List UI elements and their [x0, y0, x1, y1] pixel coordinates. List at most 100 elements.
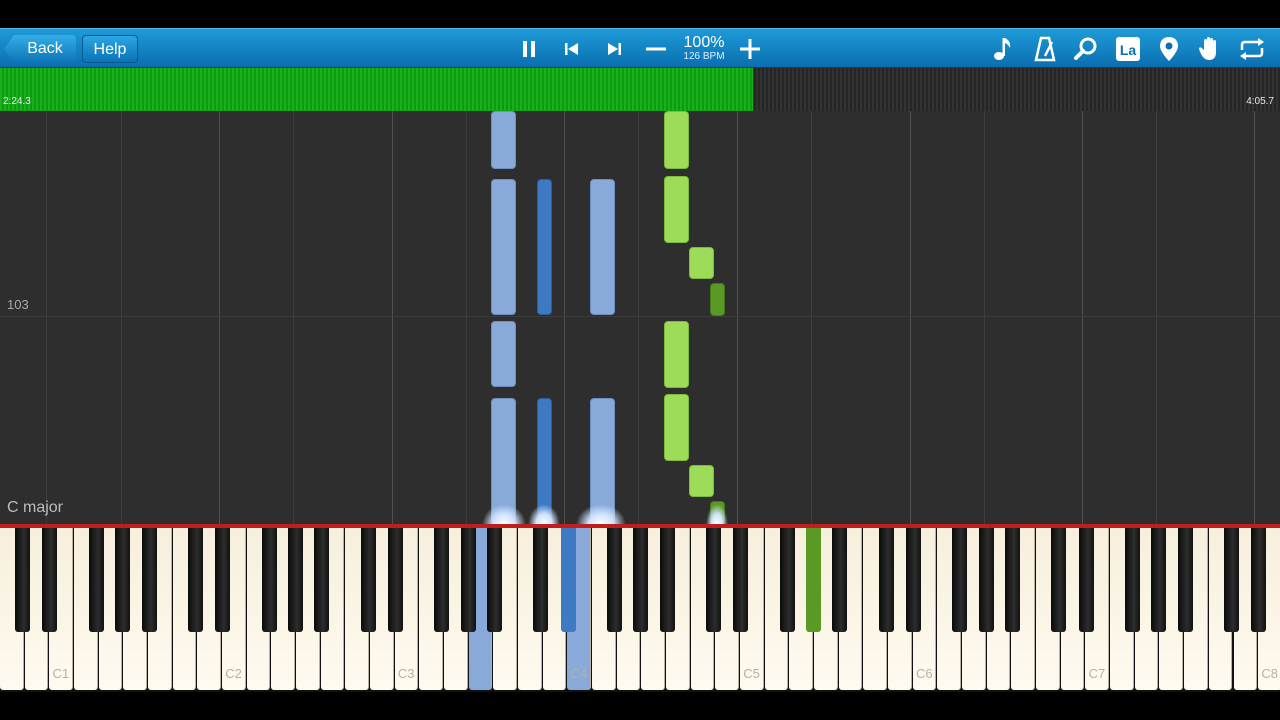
black-key[interactable]	[261, 528, 277, 632]
bottom-black-bar	[0, 692, 1280, 720]
left-hand-note-black	[537, 179, 552, 315]
magnifier-icon	[1074, 37, 1097, 60]
black-key[interactable]	[633, 528, 649, 632]
black-key[interactable]	[533, 528, 549, 632]
black-key[interactable]	[1051, 528, 1067, 632]
hand-button[interactable]	[1194, 33, 1226, 65]
skip-forward-button[interactable]	[598, 33, 630, 65]
slower-button[interactable]	[640, 33, 672, 65]
measure-line	[0, 316, 1280, 317]
left-hand-note	[491, 111, 516, 169]
pause-button[interactable]	[513, 33, 545, 65]
faster-button[interactable]	[734, 33, 766, 65]
grid-line-octave	[392, 111, 393, 524]
grid-line	[1156, 111, 1157, 524]
grid-line	[293, 111, 294, 524]
plus-icon	[740, 39, 760, 59]
right-hand-note	[664, 176, 689, 243]
key-signature: C major	[7, 499, 64, 516]
black-key[interactable]	[88, 528, 104, 632]
piano-keyboard[interactable]: C1 C2 C3 C4 C5 C6 C7 C8	[0, 524, 1280, 692]
black-key[interactable]	[314, 528, 330, 632]
black-key[interactable]	[141, 528, 157, 632]
loop-icon	[1240, 38, 1264, 60]
octave-label: C8	[1261, 666, 1278, 681]
black-key[interactable]	[706, 528, 722, 632]
black-key[interactable]	[1224, 528, 1240, 632]
key-label-button[interactable]: La	[1112, 33, 1144, 65]
black-key[interactable]	[360, 528, 376, 632]
music-note-icon	[994, 38, 1011, 60]
speed-display[interactable]: 100% 126 BPM	[676, 34, 732, 63]
elapsed-time: 2:24.3	[3, 96, 31, 107]
right-hand-note	[664, 321, 689, 388]
black-key[interactable]	[1251, 528, 1267, 632]
black-key[interactable]	[659, 528, 675, 632]
octave-label: C2	[225, 666, 242, 681]
black-key[interactable]	[878, 528, 894, 632]
metronome-button[interactable]	[1029, 33, 1061, 65]
black-key[interactable]	[187, 528, 203, 632]
black-key[interactable]	[42, 528, 58, 632]
octave-label: C3	[397, 666, 415, 681]
octave-label: C1	[52, 666, 70, 681]
black-key[interactable]	[733, 528, 749, 632]
grid-line-octave	[737, 111, 738, 524]
marker-button[interactable]	[1153, 33, 1185, 65]
black-key[interactable]	[486, 528, 502, 632]
skip-back-button[interactable]	[556, 33, 588, 65]
minus-icon	[646, 47, 666, 51]
black-key[interactable]	[606, 528, 622, 632]
black-key[interactable]	[805, 528, 821, 632]
black-key[interactable]	[460, 528, 476, 632]
music-note-button[interactable]	[987, 33, 1019, 65]
black-key[interactable]	[905, 528, 921, 632]
black-key[interactable]	[1078, 528, 1094, 632]
black-key[interactable]	[1177, 528, 1193, 632]
grid-line	[466, 111, 467, 524]
right-hand-note	[689, 465, 714, 497]
song-progress-bar[interactable]: 2:24.3 4:05.7	[0, 68, 1280, 111]
grid-line	[121, 111, 122, 524]
svg-text:La: La	[1120, 42, 1137, 58]
black-key[interactable]	[779, 528, 795, 632]
hand-icon	[1199, 37, 1216, 60]
piano-roll: 103 C major	[0, 111, 1280, 524]
black-key[interactable]	[434, 528, 450, 632]
top-black-bar	[0, 0, 1280, 28]
key-hit-sparkle	[482, 504, 526, 524]
key-label-icon: La	[1116, 37, 1140, 61]
black-key[interactable]	[952, 528, 968, 632]
grid-line	[811, 111, 812, 524]
left-hand-note	[491, 179, 516, 315]
octave-label: C5	[743, 666, 760, 681]
key-hit-sparkle	[576, 504, 626, 524]
search-button[interactable]	[1070, 33, 1102, 65]
key-hit-sparkle	[528, 504, 560, 524]
black-key[interactable]	[1151, 528, 1167, 632]
black-key[interactable]	[560, 528, 576, 632]
octave-label: C7	[1088, 666, 1106, 681]
black-key[interactable]	[215, 528, 231, 632]
pause-icon	[523, 41, 535, 57]
grid-line	[638, 111, 639, 524]
help-button[interactable]: Help	[82, 35, 138, 63]
tempo-bpm: 126 BPM	[683, 51, 725, 62]
grid-line	[984, 111, 985, 524]
black-key[interactable]	[287, 528, 303, 632]
total-time: 4:05.7	[1246, 96, 1274, 107]
black-key[interactable]	[115, 528, 131, 632]
black-key[interactable]	[978, 528, 994, 632]
black-key[interactable]	[1124, 528, 1140, 632]
location-pin-icon	[1160, 37, 1178, 61]
right-hand-note	[689, 247, 714, 279]
grid-line-octave	[1082, 111, 1083, 524]
skip-forward-icon	[608, 43, 621, 55]
loop-button[interactable]	[1236, 33, 1268, 65]
black-key[interactable]	[387, 528, 403, 632]
back-button[interactable]: Back	[4, 35, 76, 63]
black-key[interactable]	[15, 528, 31, 632]
right-hand-note-black	[710, 283, 725, 316]
black-key[interactable]	[832, 528, 848, 632]
black-key[interactable]	[1005, 528, 1021, 632]
